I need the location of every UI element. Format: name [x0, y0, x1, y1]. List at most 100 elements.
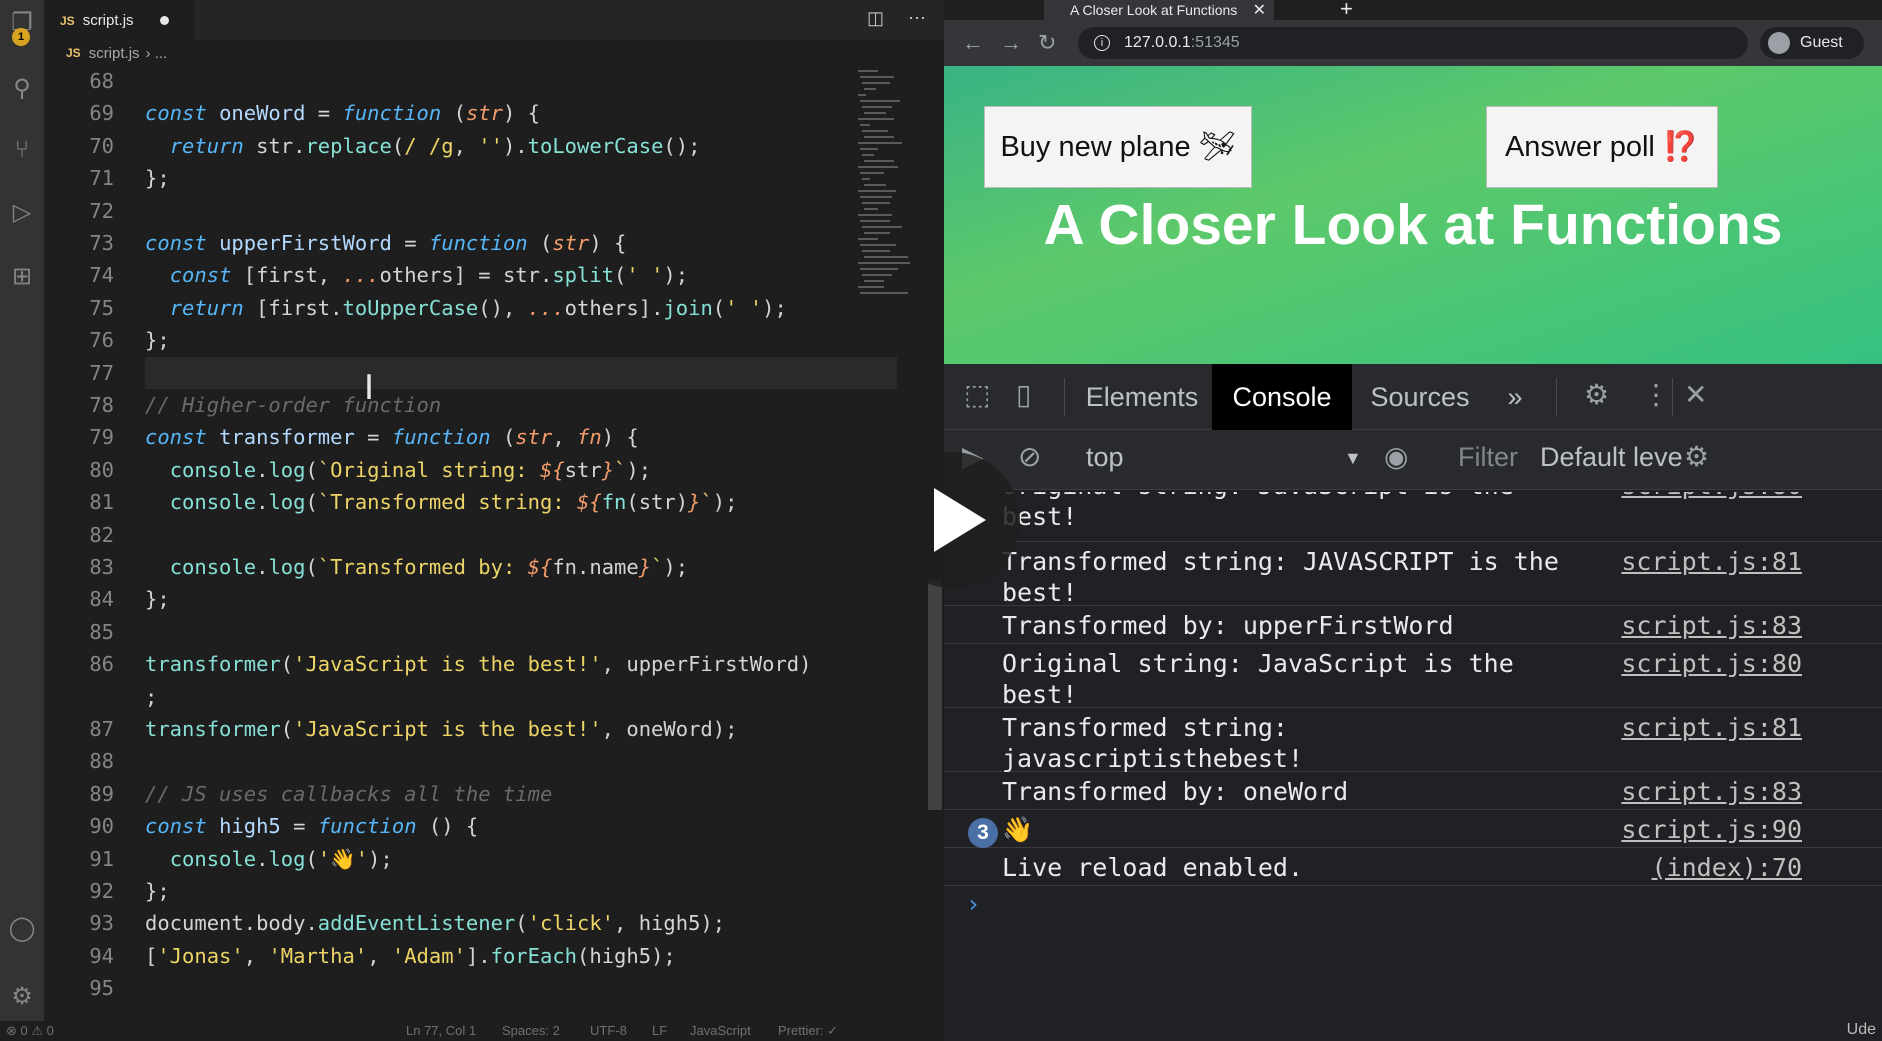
- video-play-button[interactable]: [884, 452, 1020, 588]
- code-line[interactable]: 95: [44, 972, 914, 1004]
- problems-status[interactable]: ⊗ 0 ⚠ 0: [6, 1023, 54, 1039]
- console-source-link[interactable]: script.js:81: [1621, 712, 1802, 743]
- prettier-status[interactable]: Prettier: ✓: [778, 1023, 838, 1039]
- profile-button[interactable]: Guest: [1760, 27, 1864, 59]
- tab-script-js[interactable]: JS script.js: [44, 0, 194, 40]
- code-line[interactable]: 89 // JS uses callbacks all the time: [44, 778, 914, 810]
- code-line[interactable]: 76};: [44, 324, 914, 356]
- extensions-icon[interactable]: ⊞: [0, 254, 44, 298]
- source-control-icon[interactable]: ⑂: [0, 128, 44, 172]
- code-line[interactable]: 85: [44, 616, 914, 648]
- code-line[interactable]: 77: [44, 357, 914, 389]
- devtools-menu-icon[interactable]: ⋮: [1642, 378, 1670, 411]
- run-debug-icon[interactable]: ▷: [0, 190, 44, 234]
- eol-status[interactable]: LF: [652, 1023, 667, 1038]
- code-line[interactable]: 78 // Higher-order function: [44, 389, 914, 421]
- console-message[interactable]: Transformed by: oneWord script.js:83: [944, 772, 1882, 810]
- code-line[interactable]: 79 const transformer = function (str, fn)…: [44, 421, 914, 453]
- console-source-link[interactable]: script.js:80: [1621, 648, 1802, 679]
- code-line[interactable]: ;: [44, 681, 914, 713]
- code-line[interactable]: 82: [44, 519, 914, 551]
- tab-elements[interactable]: Elements: [1072, 364, 1212, 430]
- code-line[interactable]: 91 console.log('👋');: [44, 843, 914, 875]
- answer-poll-button[interactable]: Answer poll ⁉️: [1486, 106, 1718, 188]
- account-icon[interactable]: ◯: [0, 906, 44, 950]
- code-line[interactable]: 86 transformer('JavaScript is the best!',…: [44, 648, 914, 680]
- console-message[interactable]: Transformed by: upperFirstWord script.js:…: [944, 606, 1882, 644]
- tab-sources[interactable]: Sources: [1352, 364, 1488, 430]
- filter-input[interactable]: Filter: [1458, 442, 1518, 473]
- inspect-element-icon[interactable]: ⬚: [964, 378, 990, 411]
- console-source-link[interactable]: script.js:80: [1621, 492, 1802, 501]
- indentation-status[interactable]: Spaces: 2: [502, 1023, 560, 1038]
- code-line[interactable]: 69 const oneWord = function (str) {: [44, 97, 914, 129]
- more-tabs-icon[interactable]: »: [1488, 364, 1542, 430]
- devtools-settings-icon[interactable]: ⚙: [1584, 378, 1609, 411]
- code-line[interactable]: 75 return [first.toUpperCase(), ...other…: [44, 292, 914, 324]
- code-line[interactable]: 83 console.log(`Transformed by: ${fn.nam…: [44, 551, 914, 583]
- console-message[interactable]: Transformed string: JAVASCRIPT is the be…: [944, 542, 1882, 607]
- editor-scrollbar[interactable]: [928, 580, 942, 810]
- settings-gear-icon[interactable]: ⚙: [0, 974, 44, 1018]
- minimap[interactable]: [858, 66, 928, 306]
- close-tab-icon[interactable]: ✕: [1253, 0, 1266, 20]
- code-line[interactable]: 94 ['Jonas', 'Martha', 'Adam'].forEach(hi…: [44, 940, 914, 972]
- chevron-down-icon[interactable]: ▼: [1344, 448, 1362, 469]
- code-line[interactable]: 72: [44, 195, 914, 227]
- console-message[interactable]: Original string: JavaScript is the best!…: [944, 492, 1882, 542]
- console-source-link[interactable]: script.js:81: [1621, 546, 1802, 577]
- console-message[interactable]: 3 👋 script.js:90: [944, 810, 1882, 848]
- search-icon[interactable]: ⚲: [0, 66, 44, 110]
- console-prompt[interactable]: ›: [966, 890, 980, 918]
- log-levels-select[interactable]: Default leve: [1540, 442, 1683, 473]
- more-actions-icon[interactable]: ⋯: [908, 8, 926, 29]
- code-line[interactable]: 84};: [44, 583, 914, 615]
- code-line[interactable]: 88: [44, 745, 914, 777]
- breadcrumb-file[interactable]: script.js: [89, 45, 140, 62]
- code-token: (: [280, 717, 294, 741]
- language-status[interactable]: JavaScript: [690, 1023, 751, 1038]
- code-line[interactable]: 80 console.log(`Original string: ${str}`…: [44, 454, 914, 486]
- forward-arrow-icon[interactable]: →: [1000, 30, 1022, 56]
- console-message[interactable]: Original string: JavaScript is the best!…: [944, 644, 1882, 709]
- code-line[interactable]: 68: [44, 66, 914, 97]
- code-line[interactable]: 93 document.body.addEventListener('click'…: [44, 907, 914, 939]
- code-token: ) {: [601, 425, 639, 450]
- clear-console-icon[interactable]: ⊘: [1018, 440, 1041, 473]
- unsaved-dot-icon[interactable]: [159, 16, 169, 25]
- device-toolbar-icon[interactable]: ▯: [1016, 378, 1031, 411]
- buy-plane-button[interactable]: Buy new plane 🛩: [984, 106, 1252, 188]
- browser-tab[interactable]: A Closer Look at Functions ✕: [1044, 0, 1274, 20]
- console-message-text: Transformed string: javascriptisthebest!: [1002, 713, 1304, 773]
- code-line[interactable]: 73 const upperFirstWord = function (str) …: [44, 227, 914, 259]
- reload-icon[interactable]: ↻: [1038, 30, 1056, 56]
- console-message[interactable]: Live reload enabled. (index):70: [944, 848, 1882, 886]
- cursor-position[interactable]: Ln 77, Col 1: [406, 1023, 476, 1038]
- new-tab-icon[interactable]: +: [1340, 0, 1353, 22]
- code-line[interactable]: 71};: [44, 162, 914, 194]
- console-source-link[interactable]: script.js:83: [1621, 776, 1802, 807]
- tab-console[interactable]: Console: [1212, 364, 1352, 430]
- back-arrow-icon[interactable]: ←: [962, 30, 984, 56]
- context-select[interactable]: top: [1086, 442, 1124, 473]
- code-line[interactable]: 70 return str.replace(/ /g, '').toLowerC…: [44, 130, 914, 162]
- console-source-link[interactable]: script.js:83: [1621, 610, 1802, 641]
- code-editor[interactable]: 68 69 const oneWord = function (str) {70 r…: [44, 66, 914, 1010]
- code-line[interactable]: 92};: [44, 875, 914, 907]
- console-message[interactable]: Transformed string: javascriptisthebest!…: [944, 708, 1882, 773]
- live-expression-eye-icon[interactable]: ◉: [1384, 440, 1408, 473]
- encoding-status[interactable]: UTF-8: [590, 1023, 627, 1038]
- split-editor-icon[interactable]: ◫: [867, 8, 884, 29]
- console-source-link[interactable]: script.js:90: [1621, 814, 1802, 845]
- console-output[interactable]: Original string: JavaScript is the best!…: [944, 492, 1882, 1041]
- code-line[interactable]: 87 transformer('JavaScript is the best!',…: [44, 713, 914, 745]
- address-bar[interactable]: i 127.0.0.1:51345: [1078, 27, 1748, 59]
- breadcrumb-rest[interactable]: › ...: [146, 45, 168, 62]
- console-settings-icon[interactable]: ⚙: [1684, 440, 1709, 473]
- close-devtools-icon[interactable]: ✕: [1684, 378, 1707, 411]
- code-line[interactable]: 81 console.log(`Transformed string: ${fn…: [44, 486, 914, 518]
- console-source-link[interactable]: (index):70: [1651, 852, 1802, 883]
- code-line[interactable]: 74 const [first, ...others] = str.split(…: [44, 259, 914, 291]
- site-info-icon[interactable]: i: [1094, 35, 1110, 51]
- code-line[interactable]: 90 const high5 = function () {: [44, 810, 914, 842]
